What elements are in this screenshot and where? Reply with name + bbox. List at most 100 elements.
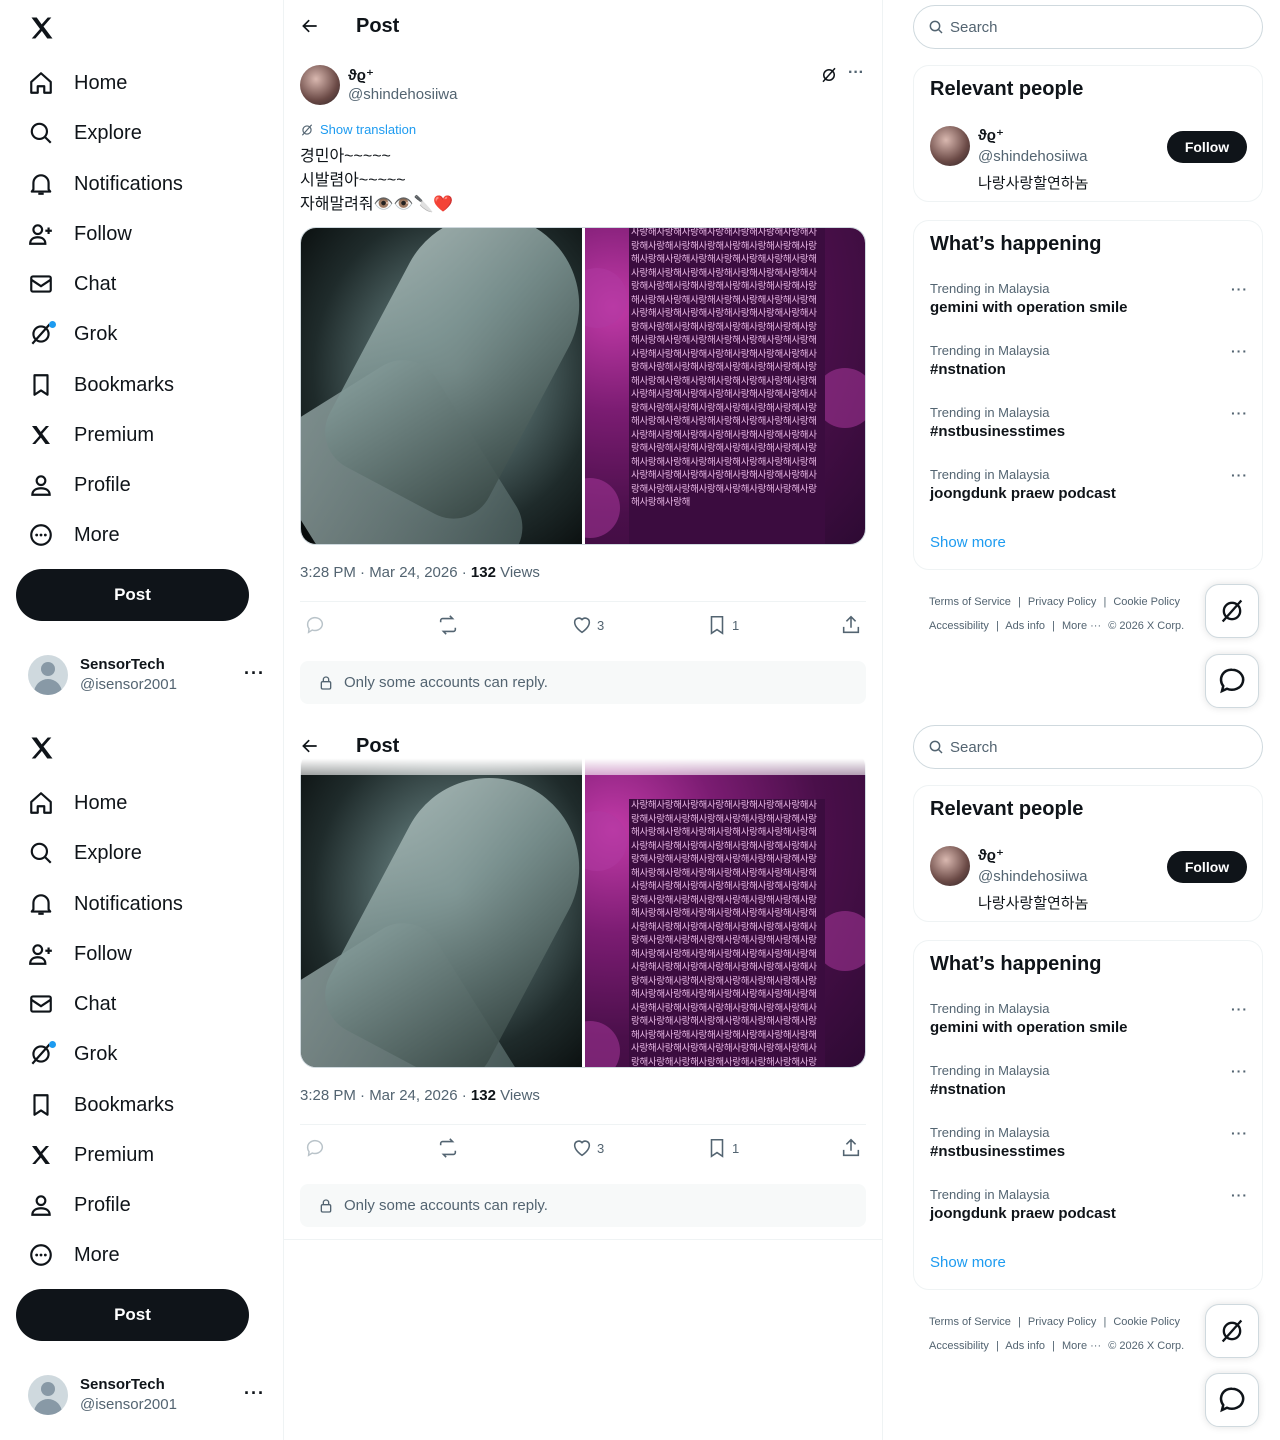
person-handle[interactable]: @shindehosiiwa [978,868,1087,885]
post-time[interactable]: 3:28 PM · Mar 24, 2026 · [300,564,471,581]
nav-premium[interactable]: Premium [26,1133,154,1177]
trend-item[interactable]: Trending in Malaysia #nstnation ··· [930,1063,1248,1107]
footer-link[interactable]: Ads info [1005,620,1045,632]
post-button[interactable]: Post [16,1289,249,1341]
more-icon[interactable]: ··· [244,663,265,684]
like-button[interactable]: 3 [571,1135,604,1161]
more-icon[interactable]: ··· [1231,281,1248,297]
nav-more[interactable]: More [26,1233,120,1277]
footer-link[interactable]: Accessibility [929,620,989,632]
grok-icon[interactable] [820,66,838,84]
messages-fab[interactable] [1205,1373,1259,1427]
bookmark-button[interactable]: 1 [706,1135,739,1161]
footer-link[interactable]: Privacy Policy [1028,596,1096,608]
follow-button[interactable]: Follow [1167,131,1247,163]
trend-item[interactable]: Trending in Malaysia joongdunk praew podc… [930,467,1248,511]
separator: | [995,1340,999,1352]
avatar[interactable] [930,126,970,166]
author-handle[interactable]: @shindehosiiwa [348,86,457,103]
nav-follow[interactable]: Follow [26,932,132,976]
x-logo-icon[interactable] [28,14,56,42]
post-media[interactable]: 사랑해사랑해사랑해사랑해사랑해사랑해사랑해사랑해사랑해사랑해사랑해사랑해사랑해사… [300,750,866,1068]
search-input[interactable]: Search [913,725,1263,769]
nav-grok[interactable]: Grok [26,1032,117,1076]
nav-chat[interactable]: Chat [26,982,116,1026]
grok-fab[interactable] [1205,584,1259,638]
nav-explore[interactable]: Explore [26,831,142,875]
photo-left[interactable] [301,751,582,1067]
more-icon[interactable]: ··· [1231,405,1248,421]
photo-left[interactable] [301,228,582,544]
nav-profile[interactable]: Profile [26,1183,131,1227]
trend-item[interactable]: Trending in Malaysia joongdunk praew podc… [930,1187,1248,1231]
more-icon[interactable]: ··· [1231,343,1248,359]
post-time[interactable]: 3:28 PM · Mar 24, 2026 · [300,1087,471,1104]
nav-notifications[interactable]: Notifications [26,162,183,206]
photo-right[interactable]: 사랑해사랑해사랑해사랑해사랑해사랑해사랑해사랑해사랑해사랑해사랑해사랑해사랑해사… [585,751,865,1067]
left-sidebar: Home Explore Notifications Follow Chat G… [0,720,284,1440]
nav-bookmarks[interactable]: Bookmarks [26,363,174,407]
x-logo-icon[interactable] [28,734,56,762]
bookmark-button[interactable]: 1 [706,612,739,638]
account-switcher[interactable]: SensorTech @isensor2001 ··· [28,655,268,697]
footer-link[interactable]: Terms of Service [929,596,1011,608]
more-icon[interactable]: ··· [1231,1001,1248,1017]
photo-right[interactable]: 사랑해사랑해사랑해사랑해사랑해사랑해사랑해사랑해사랑해사랑해사랑해사랑해사랑해사… [585,228,865,544]
nav-home[interactable]: Home [26,61,127,105]
person-name[interactable]: ϑϱ⁺ [978,846,1004,864]
reply-button[interactable] [304,612,326,638]
post-more-icon[interactable]: ··· [848,64,864,82]
trend-item[interactable]: Trending in Malaysia gemini with operatio… [930,1001,1248,1045]
back-arrow-icon[interactable] [300,16,320,36]
footer-link[interactable]: Accessibility [929,1340,989,1352]
more-icon[interactable]: ··· [1231,1125,1248,1141]
trend-item[interactable]: Trending in Malaysia #nstnation ··· [930,343,1248,387]
show-translation-link[interactable]: Show translation [300,122,416,137]
nav-follow[interactable]: Follow [26,212,132,256]
more-icon[interactable]: ··· [1231,467,1248,483]
nav-home[interactable]: Home [26,781,127,825]
repost-button[interactable] [437,612,459,638]
more-icon[interactable]: ··· [1231,1063,1248,1079]
footer-link[interactable]: Ads info [1005,1340,1045,1352]
reply-button[interactable] [304,1135,326,1161]
post-media[interactable]: 사랑해사랑해사랑해사랑해사랑해사랑해사랑해사랑해사랑해사랑해사랑해사랑해사랑해사… [300,227,866,545]
nav-bookmarks[interactable]: Bookmarks [26,1083,174,1127]
nav-explore[interactable]: Explore [26,111,142,155]
search-input[interactable]: Search [913,5,1263,49]
show-more-link[interactable]: Show more [930,534,1006,551]
nav-premium[interactable]: Premium [26,413,154,457]
more-icon[interactable]: ··· [244,1383,265,1404]
nav-grok[interactable]: Grok [26,312,117,356]
show-more-link[interactable]: Show more [930,1254,1006,1271]
account-switcher[interactable]: SensorTech @isensor2001 ··· [28,1375,268,1417]
avatar[interactable] [930,846,970,886]
nav-chat[interactable]: Chat [26,262,116,306]
share-button[interactable] [840,612,862,638]
person-handle[interactable]: @shindehosiiwa [978,148,1087,165]
footer-link[interactable]: Cookie Policy [1113,596,1180,608]
follow-button[interactable]: Follow [1167,851,1247,883]
trend-item[interactable]: Trending in Malaysia #nstbusinesstimes ··· [930,1125,1248,1169]
like-button[interactable]: 3 [571,612,604,638]
trend-item[interactable]: Trending in Malaysia #nstbusinesstimes ··· [930,405,1248,449]
share-button[interactable] [840,1135,862,1161]
grok-fab[interactable] [1205,1304,1259,1358]
footer-link[interactable]: More ··· [1062,1340,1101,1352]
messages-fab[interactable] [1205,654,1259,708]
footer-link[interactable]: Privacy Policy [1028,1316,1096,1328]
back-arrow-icon[interactable] [300,736,320,756]
author-avatar[interactable] [300,65,340,105]
footer-link[interactable]: Cookie Policy [1113,1316,1180,1328]
footer-link[interactable]: More ··· [1062,620,1101,632]
nav-notifications[interactable]: Notifications [26,882,183,926]
repost-button[interactable] [437,1135,459,1161]
author-name[interactable]: ϑϱ⁺ [348,66,374,84]
nav-profile[interactable]: Profile [26,463,131,507]
person-name[interactable]: ϑϱ⁺ [978,126,1004,144]
nav-more[interactable]: More [26,513,120,557]
footer-link[interactable]: Terms of Service [929,1316,1011,1328]
post-button[interactable]: Post [16,569,249,621]
more-icon[interactable]: ··· [1231,1187,1248,1203]
trend-item[interactable]: Trending in Malaysia gemini with operatio… [930,281,1248,325]
